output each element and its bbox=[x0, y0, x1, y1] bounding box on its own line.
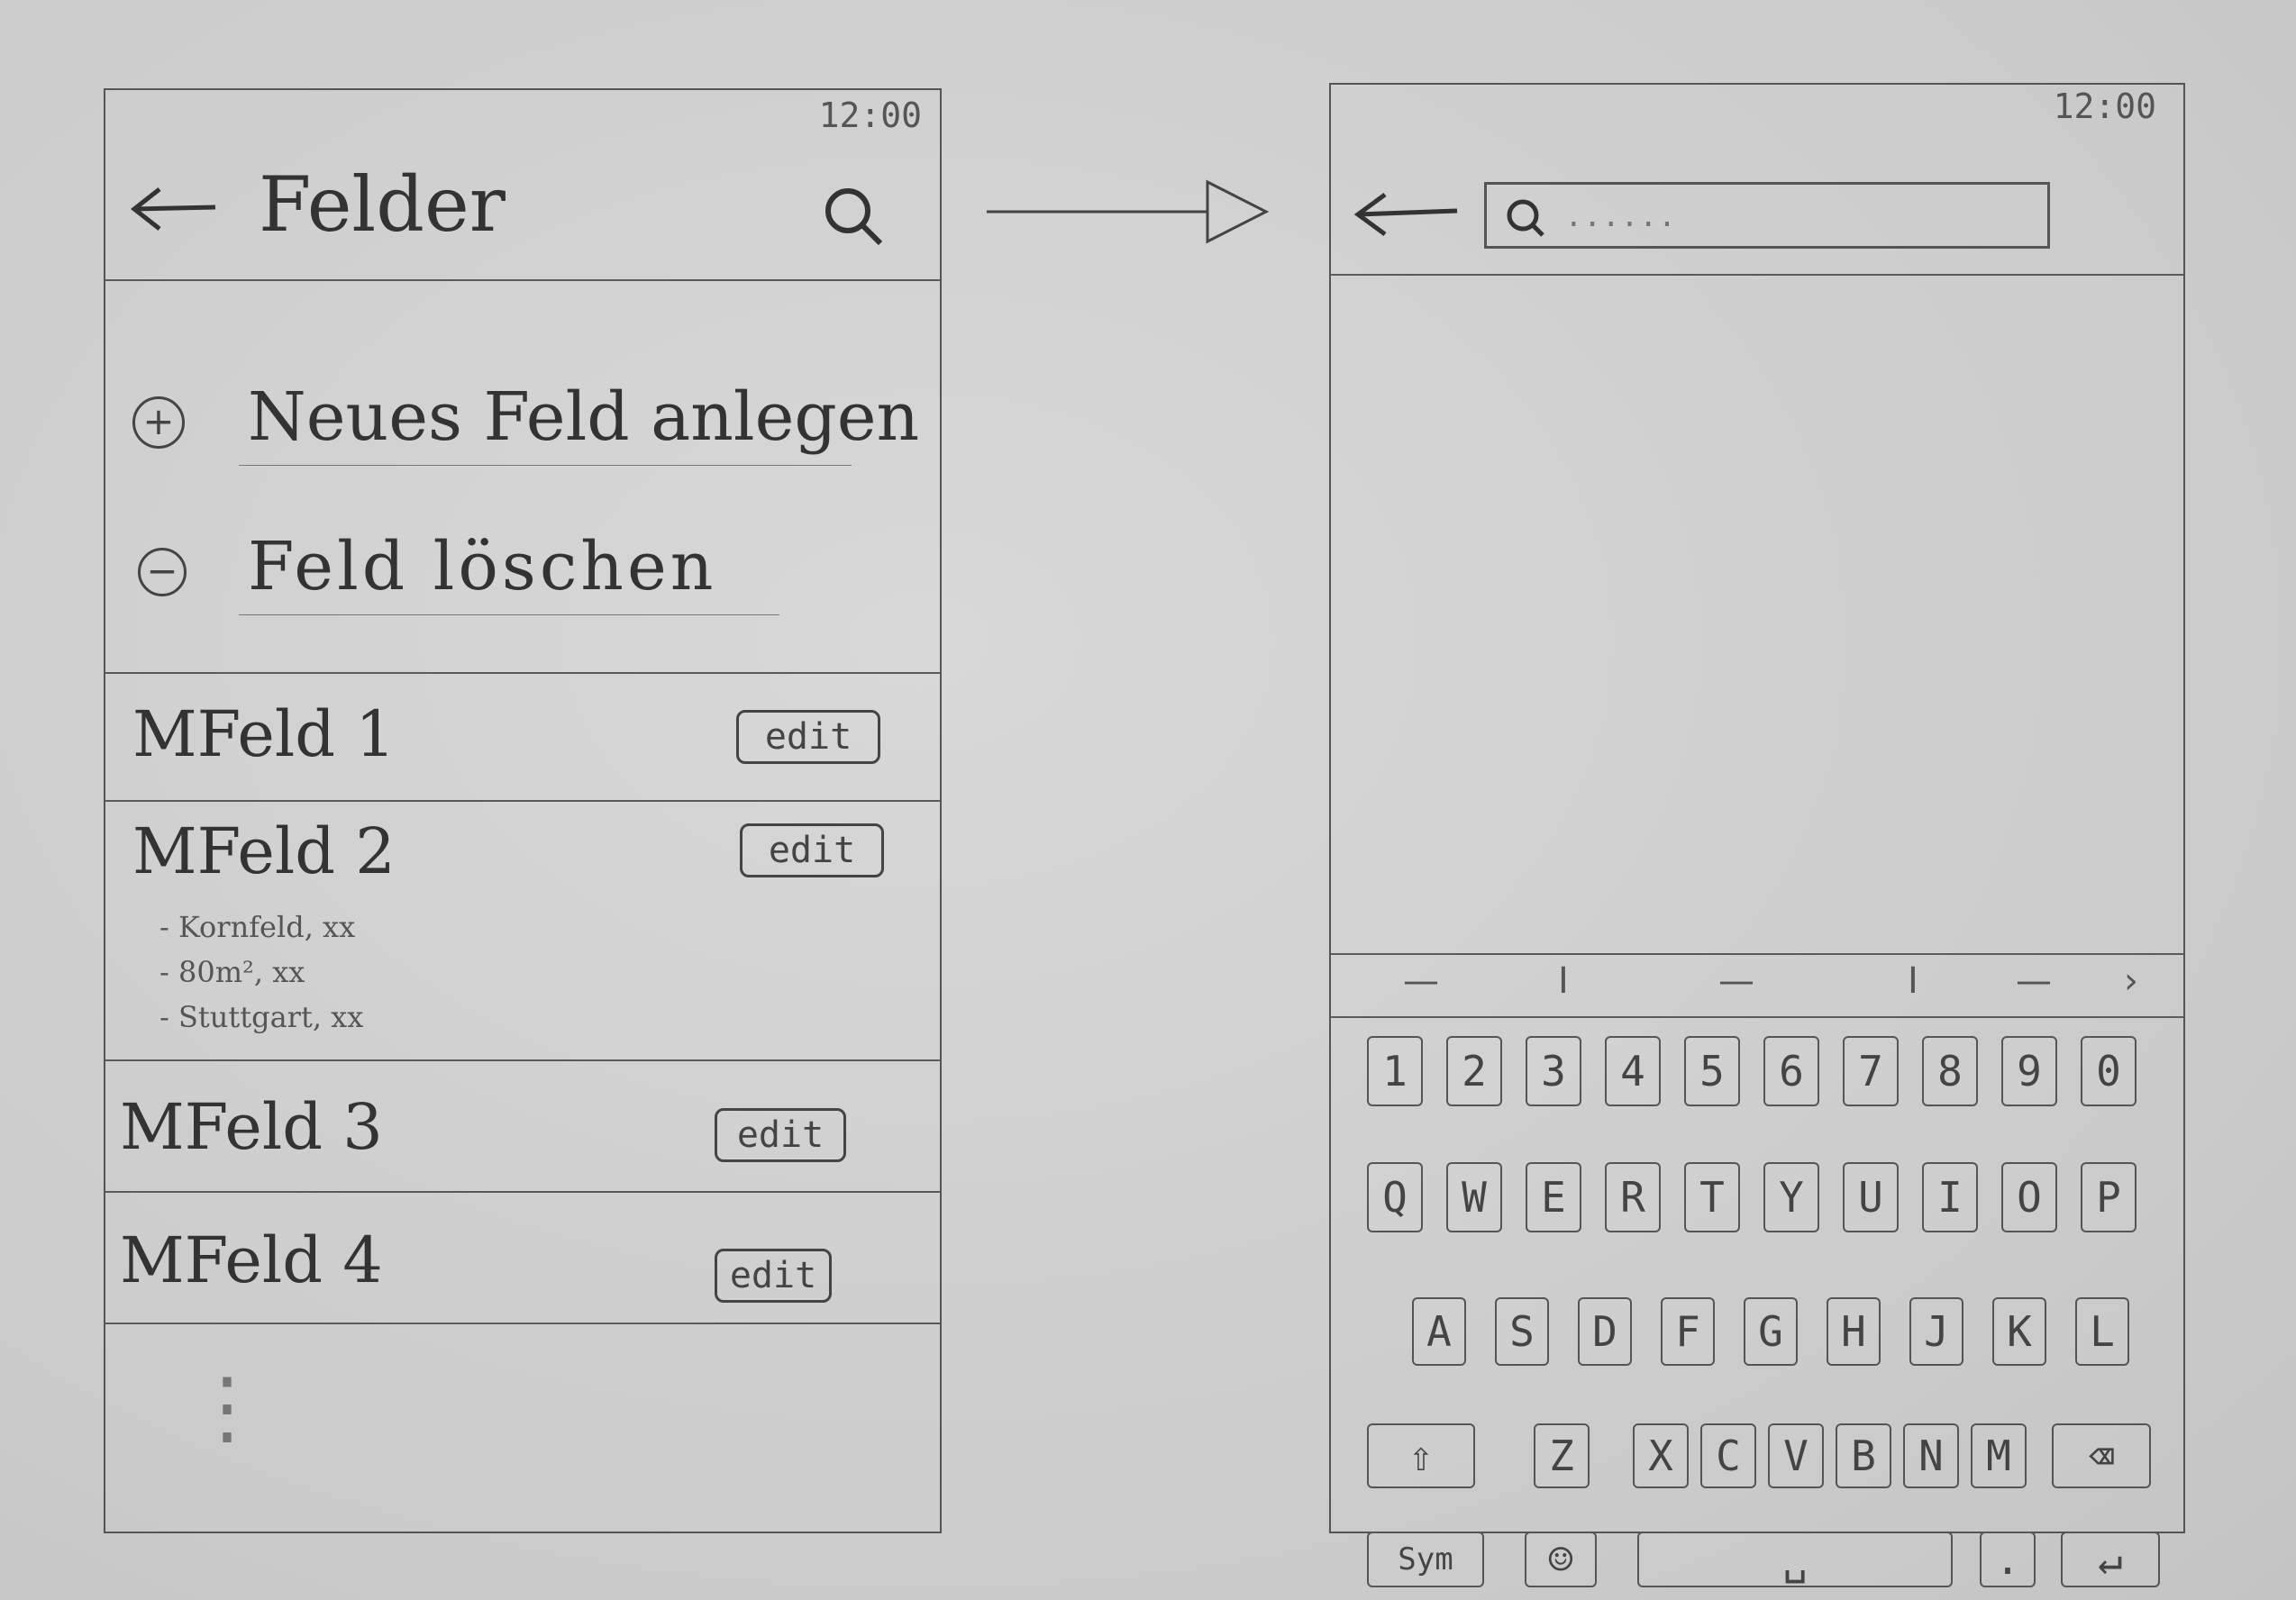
key-n[interactable]: N bbox=[1903, 1423, 1959, 1488]
key-y[interactable]: Y bbox=[1763, 1162, 1819, 1232]
key-l[interactable]: L bbox=[2075, 1297, 2129, 1366]
key-9[interactable]: 9 bbox=[2001, 1036, 2057, 1106]
key-i[interactable]: I bbox=[1922, 1162, 1978, 1232]
key-r[interactable]: R bbox=[1605, 1162, 1661, 1232]
key-v[interactable]: V bbox=[1768, 1423, 1824, 1488]
list-item[interactable]: MFeld 2 edit - Kornfeld, xx - 80m², xx -… bbox=[105, 802, 940, 1059]
status-time: 12:00 bbox=[818, 95, 922, 135]
key-x[interactable]: X bbox=[1633, 1423, 1689, 1488]
key-j[interactable]: J bbox=[1909, 1297, 1963, 1366]
list-item[interactable]: MFeld 3 edit bbox=[105, 1061, 940, 1191]
arrow-left-icon bbox=[130, 187, 216, 231]
key-space[interactable]: ␣ bbox=[1637, 1532, 1953, 1587]
arrow-left-icon bbox=[1353, 192, 1458, 237]
search-icon bbox=[1507, 199, 1544, 237]
key-5[interactable]: 5 bbox=[1684, 1036, 1740, 1106]
flow-arrow bbox=[987, 179, 1270, 244]
key-8[interactable]: 8 bbox=[1922, 1036, 1978, 1106]
keyboard: 1 2 3 4 5 6 7 8 9 0 Q W E R T Y U I O P A S D F G H J K L ⇧ Z X C V B N M ⌫ Sy… bbox=[1331, 1018, 2183, 1587]
row-divider bbox=[105, 1323, 940, 1324]
underline bbox=[239, 614, 779, 615]
fields-list-screen: 12:00 Felder + Neues Feld anlegen − Feld… bbox=[104, 88, 942, 1533]
key-shift[interactable]: ⇧ bbox=[1367, 1423, 1475, 1488]
edit-button[interactable]: edit bbox=[715, 1249, 832, 1303]
key-t[interactable]: T bbox=[1684, 1162, 1740, 1232]
key-e[interactable]: E bbox=[1526, 1162, 1581, 1232]
back-button[interactable] bbox=[1349, 186, 1466, 240]
new-field-label: Neues Feld anlegen bbox=[248, 378, 920, 456]
search-screen: 12:00 ...... — I — I — › 1234567890 QWERT… bbox=[1329, 83, 2185, 1587]
suggestion-item[interactable]: — bbox=[1403, 960, 1439, 1002]
delete-field-action[interactable]: − Feld löschen bbox=[132, 528, 871, 627]
key-k[interactable]: K bbox=[1992, 1297, 2046, 1366]
results-area bbox=[1331, 276, 2183, 953]
suggestion-item[interactable]: — bbox=[1718, 960, 1754, 1002]
key-w[interactable]: W bbox=[1446, 1162, 1502, 1232]
key-s[interactable]: S bbox=[1495, 1297, 1549, 1366]
key-7[interactable]: 7 bbox=[1843, 1036, 1899, 1106]
key-enter[interactable]: ↵ bbox=[2061, 1532, 2160, 1587]
key-z[interactable]: Z bbox=[1534, 1423, 1590, 1488]
underline bbox=[239, 465, 852, 466]
search-icon bbox=[825, 188, 883, 246]
search-input[interactable]: ...... bbox=[1484, 182, 2050, 249]
key-4[interactable]: 4 bbox=[1605, 1036, 1661, 1106]
edit-button[interactable]: edit bbox=[736, 710, 880, 764]
key-3[interactable]: 3 bbox=[1526, 1036, 1581, 1106]
status-time: 12:00 bbox=[2053, 86, 2156, 126]
key-g[interactable]: G bbox=[1744, 1297, 1798, 1366]
suggestion-item[interactable]: I bbox=[1558, 960, 1569, 1002]
header-divider bbox=[105, 279, 940, 281]
suggestion-item[interactable]: › bbox=[2124, 960, 2138, 1002]
key-f[interactable]: F bbox=[1661, 1297, 1715, 1366]
key-emoji[interactable]: ☺ bbox=[1525, 1532, 1597, 1587]
key-0[interactable]: 0 bbox=[2081, 1036, 2137, 1106]
field-detail: - 80m², xx bbox=[159, 955, 305, 989]
key-c[interactable]: C bbox=[1700, 1423, 1756, 1488]
list-item[interactable]: MFeld 1 edit bbox=[105, 674, 940, 800]
key-6[interactable]: 6 bbox=[1763, 1036, 1819, 1106]
field-name: MFeld 1 bbox=[132, 697, 396, 771]
key-period[interactable]: . bbox=[1980, 1532, 2036, 1587]
key-m[interactable]: M bbox=[1971, 1423, 2027, 1488]
key-u[interactable]: U bbox=[1843, 1162, 1899, 1232]
page-title: Felder bbox=[259, 160, 506, 249]
suggestion-bar: — I — I — › bbox=[1331, 955, 2183, 1016]
minus-circle-icon: − bbox=[138, 548, 187, 596]
key-b[interactable]: B bbox=[1836, 1423, 1891, 1488]
key-2[interactable]: 2 bbox=[1446, 1036, 1502, 1106]
delete-field-label: Feld löschen bbox=[248, 528, 717, 605]
field-name: MFeld 3 bbox=[120, 1090, 383, 1164]
edit-button[interactable]: edit bbox=[740, 823, 884, 877]
more-indicator: ⋮ bbox=[187, 1360, 268, 1455]
key-p[interactable]: P bbox=[2081, 1162, 2137, 1232]
key-q[interactable]: Q bbox=[1367, 1162, 1423, 1232]
search-placeholder: ...... bbox=[1568, 194, 1681, 235]
key-o[interactable]: O bbox=[2001, 1162, 2057, 1232]
key-sym[interactable]: Sym bbox=[1367, 1532, 1484, 1587]
key-backspace[interactable]: ⌫ bbox=[2052, 1423, 2151, 1488]
field-detail: - Stuttgart, xx bbox=[159, 1000, 364, 1034]
suggestion-item[interactable]: — bbox=[2016, 960, 2052, 1002]
list-item[interactable]: MFeld 4 edit bbox=[105, 1193, 940, 1323]
key-h[interactable]: H bbox=[1827, 1297, 1881, 1366]
field-name: MFeld 2 bbox=[132, 814, 396, 888]
key-a[interactable]: A bbox=[1412, 1297, 1466, 1366]
edit-button[interactable]: edit bbox=[715, 1108, 846, 1162]
search-button[interactable] bbox=[817, 180, 889, 252]
key-1[interactable]: 1 bbox=[1367, 1036, 1423, 1106]
back-button[interactable] bbox=[125, 180, 224, 234]
field-detail: - Kornfeld, xx bbox=[159, 910, 356, 944]
key-d[interactable]: D bbox=[1578, 1297, 1632, 1366]
suggestion-item[interactable]: I bbox=[1908, 960, 1918, 1002]
field-name: MFeld 4 bbox=[120, 1223, 383, 1297]
plus-circle-icon: + bbox=[132, 396, 185, 449]
new-field-action[interactable]: + Neues Feld anlegen bbox=[132, 378, 919, 477]
